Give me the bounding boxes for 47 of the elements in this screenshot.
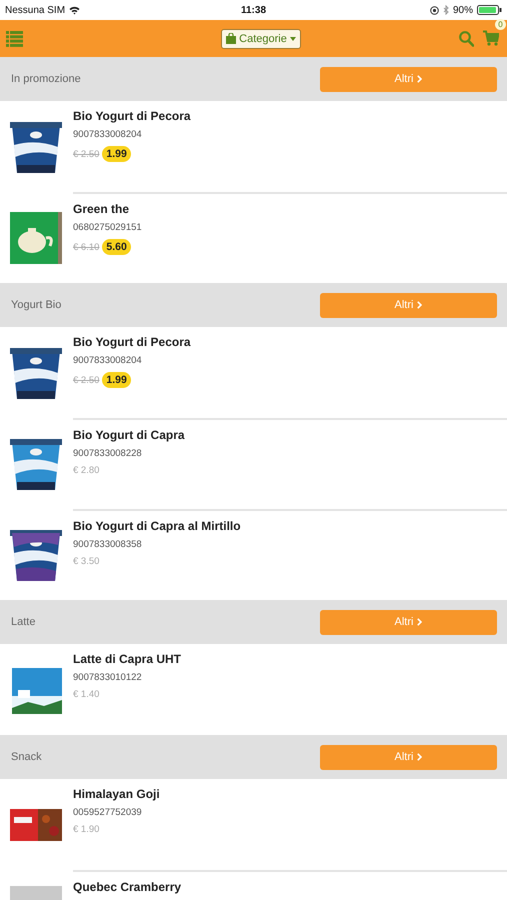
cart-icon[interactable] — [482, 30, 499, 46]
section-title: Snack — [11, 751, 42, 763]
sale-price: 5.60 — [102, 239, 131, 255]
shopping-bag-icon — [226, 33, 236, 44]
section-title: In promozione — [11, 73, 81, 85]
product-name[interactable]: Bio Yogurt di Pecora — [73, 109, 507, 123]
section-title: Latte — [11, 616, 36, 628]
product-barcode-number: 0680275029151 — [73, 222, 143, 233]
product-barcode-number: 9007833008204 — [73, 129, 143, 140]
menu-icon[interactable] — [6, 30, 23, 46]
product-barcode-number: 9007833010122 — [73, 672, 143, 683]
wifi-icon — [69, 6, 80, 14]
chevron-right-icon — [417, 301, 422, 309]
cart-count-badge: 0 — [494, 19, 506, 30]
product-barcode-number: 9007833008358 — [73, 539, 143, 550]
caret-icon — [290, 36, 296, 40]
product-price: € 1.40 — [73, 689, 100, 700]
carrier-name: Nessuna SIM — [5, 4, 66, 16]
old-price: € 2.50 — [73, 374, 100, 386]
product-barcode-number: 9007833008204 — [73, 355, 143, 366]
product-barcode-number: 0059527752039 — [73, 807, 143, 818]
sale-price: 1.99 — [102, 372, 131, 388]
old-price: € 6.10 — [73, 242, 100, 252]
chevron-right-icon — [417, 618, 422, 626]
product-price: € 2.80 — [73, 465, 100, 476]
product-name[interactable]: Quebec Cramberry — [73, 880, 507, 894]
product-price: € 3.50 — [73, 556, 100, 567]
categories-dropdown[interactable]: Categorie — [221, 28, 301, 48]
search-icon[interactable] — [458, 30, 474, 46]
chevron-right-icon — [417, 753, 422, 761]
battery-percent: 90% — [452, 4, 473, 16]
clock-time: 11:38 — [240, 4, 266, 16]
product-name[interactable]: Bio Yogurt di Capra — [73, 428, 507, 442]
battery-icon — [477, 5, 502, 15]
chevron-right-icon — [417, 75, 422, 83]
product-name[interactable]: Himalayan Goji — [73, 787, 507, 801]
product-name[interactable]: Latte di Capra UHT — [73, 652, 507, 666]
location-icon — [430, 6, 439, 14]
old-price: € 2.50 — [73, 148, 100, 160]
sale-price: 1.99 — [102, 146, 131, 162]
product-name[interactable]: Bio Yogurt di Pecora — [73, 335, 507, 349]
bluetooth-icon — [442, 5, 449, 15]
product-name[interactable]: Bio Yogurt di Capra al Mirtillo — [73, 519, 507, 533]
product-barcode-number: 9007833008228 — [73, 448, 143, 459]
product-name[interactable]: Green the — [73, 202, 507, 216]
section-title: Yogurt Bio — [11, 299, 62, 311]
product-price: € 1.90 — [73, 824, 100, 835]
